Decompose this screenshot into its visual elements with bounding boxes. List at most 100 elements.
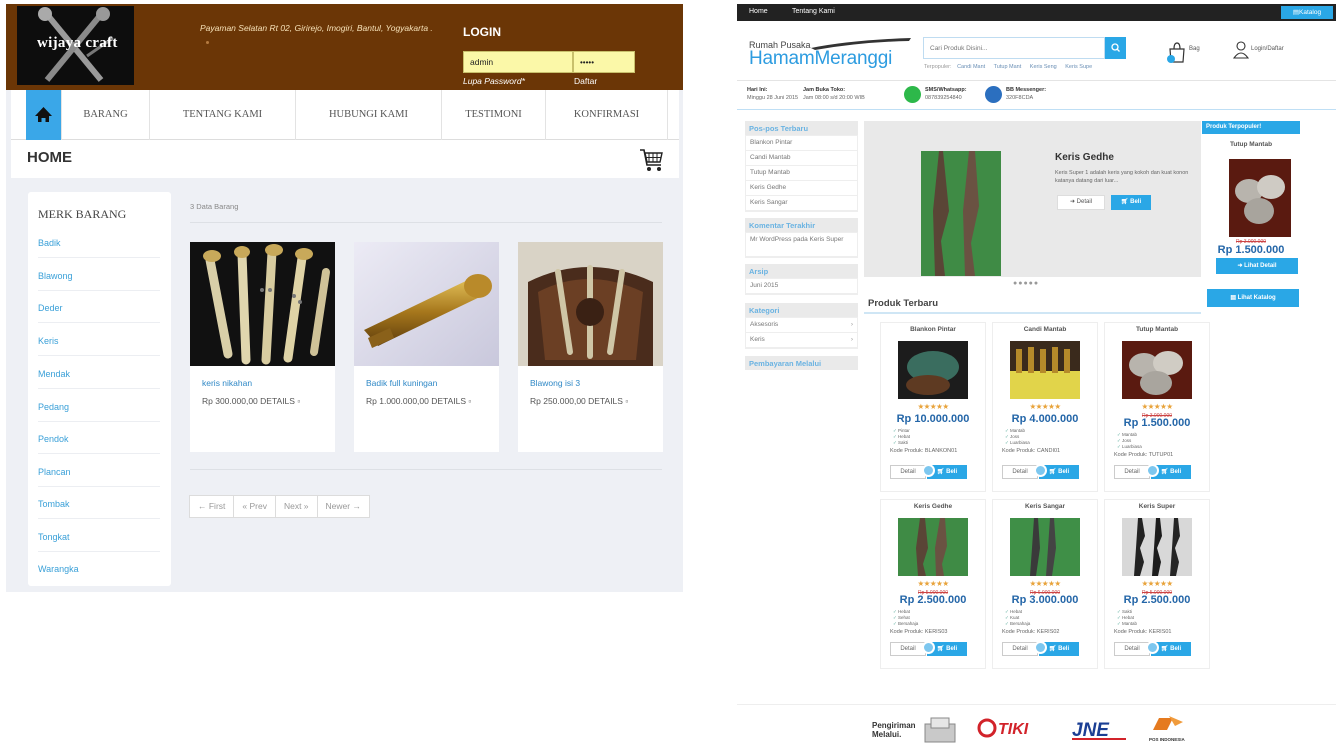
shopping-bag-icon[interactable] bbox=[1167, 40, 1187, 64]
product-card[interactable]: Badik full kuningan Rp 1.000.000,00 DETA… bbox=[354, 242, 499, 452]
brand-item[interactable]: Mendak bbox=[38, 369, 160, 389]
brand-item[interactable]: Warangka bbox=[38, 564, 160, 583]
product-name[interactable]: Blankon Pintar bbox=[881, 326, 985, 333]
recent-comment-link[interactable]: Mr WordPress pada Keris Super bbox=[746, 233, 857, 257]
product-image[interactable] bbox=[190, 242, 335, 366]
brand-item[interactable]: Blawong bbox=[38, 271, 160, 291]
nav-hubungi-kami[interactable]: HUBUNGI KAMI bbox=[295, 90, 441, 140]
popular-product-image[interactable] bbox=[1229, 159, 1291, 237]
first-page-button[interactable]: ← First bbox=[189, 495, 235, 518]
recent-post-link[interactable]: Tutup Mantab bbox=[746, 166, 857, 181]
top-link-tentang-kami[interactable]: Tentang Kami bbox=[792, 8, 835, 15]
product-name[interactable]: Keris Super bbox=[1105, 503, 1209, 510]
product-image[interactable] bbox=[1010, 518, 1080, 576]
compare-badge-icon[interactable] bbox=[1146, 641, 1159, 654]
product-image[interactable] bbox=[898, 341, 968, 399]
popular-link[interactable]: Keris Supe bbox=[1065, 64, 1092, 70]
product-card[interactable]: Tutup Mantab ★★★★★ Rp 3.000.000 Rp 1.500… bbox=[1104, 322, 1210, 492]
category-link[interactable]: Aksesoris › bbox=[746, 318, 857, 333]
product-image[interactable] bbox=[1122, 518, 1192, 576]
product-detail-button[interactable]: Detail bbox=[1114, 465, 1150, 479]
brand-item[interactable]: Tombak bbox=[38, 499, 160, 519]
next-page-button[interactable]: Next » bbox=[274, 495, 318, 518]
popular-link[interactable]: Keris Seng bbox=[1030, 64, 1057, 70]
recent-post-link[interactable]: Candi Mantab bbox=[746, 151, 857, 166]
shopping-cart-icon[interactable] bbox=[638, 145, 664, 173]
product-name[interactable]: Tutup Mantab bbox=[1105, 326, 1209, 333]
product-image[interactable] bbox=[354, 242, 499, 366]
site-logo[interactable]: wijaya craft bbox=[17, 6, 134, 85]
details-icon[interactable]: ▫ bbox=[297, 396, 300, 406]
top-katalog-button[interactable]: ▤Katalog bbox=[1281, 6, 1333, 19]
compare-badge-icon[interactable] bbox=[1146, 464, 1159, 477]
nav-barang[interactable]: BARANG bbox=[61, 90, 149, 140]
popular-detail-button[interactable]: ➜ Lihat Detail bbox=[1216, 258, 1298, 274]
brand-item[interactable]: Tongkat bbox=[38, 532, 160, 552]
product-detail-button[interactable]: Detail bbox=[1002, 642, 1038, 656]
catalog-button[interactable]: ▤ Lihat Katalog bbox=[1207, 289, 1299, 307]
top-link-home[interactable]: Home bbox=[749, 8, 768, 15]
brand-item[interactable]: Pendok bbox=[38, 434, 160, 454]
forgot-password-link[interactable]: Lupa Password* bbox=[463, 76, 525, 86]
product-name[interactable]: keris nikahan bbox=[202, 378, 252, 388]
nav-tentang-kami[interactable]: TENTANG KAMI bbox=[149, 90, 295, 140]
product-name[interactable]: Badik full kuningan bbox=[366, 378, 437, 388]
product-detail-button[interactable]: Detail bbox=[890, 642, 926, 656]
archive-link[interactable]: Juni 2015 bbox=[746, 279, 857, 294]
bag-label[interactable]: Bag bbox=[1189, 46, 1200, 52]
slide-buy-button[interactable]: 🛒︎ Beli bbox=[1111, 195, 1151, 210]
product-name[interactable]: Keris Sangar bbox=[993, 503, 1097, 510]
prev-page-button[interactable]: « Prev bbox=[233, 495, 276, 518]
product-detail-button[interactable]: Detail bbox=[1002, 465, 1038, 479]
recent-post-link[interactable]: Keris Sangar bbox=[746, 196, 857, 211]
popular-link[interactable]: Tutup Mant bbox=[994, 64, 1022, 70]
compare-badge-icon[interactable] bbox=[1034, 464, 1047, 477]
slide-image[interactable] bbox=[921, 151, 1001, 276]
product-name[interactable]: Keris Gedhe bbox=[881, 503, 985, 510]
product-card[interactable]: Blankon Pintar ★★★★★ Rp 10.000.000 ✓ Pin… bbox=[880, 322, 986, 492]
user-icon[interactable] bbox=[1233, 40, 1249, 60]
slide-detail-button[interactable]: ➜ Detail bbox=[1057, 195, 1105, 210]
recent-post-link[interactable]: Keris Gedhe bbox=[746, 181, 857, 196]
category-link[interactable]: Keris › bbox=[746, 333, 857, 348]
brand-item[interactable]: Badik bbox=[38, 238, 160, 258]
product-image[interactable] bbox=[518, 242, 663, 366]
product-image[interactable] bbox=[1010, 341, 1080, 399]
product-card[interactable]: Blawong isi 3 Rp 250.000,00 DETAILS ▫ bbox=[518, 242, 663, 452]
compare-badge-icon[interactable] bbox=[922, 464, 935, 477]
product-card[interactable]: Keris Sangar ★★★★★ Rp 6.000.000 Rp 3.000… bbox=[992, 499, 1098, 669]
product-detail-button[interactable]: Detail bbox=[1114, 642, 1150, 656]
compare-badge-icon[interactable] bbox=[922, 641, 935, 654]
search-button[interactable] bbox=[1105, 37, 1126, 59]
product-image[interactable] bbox=[1122, 341, 1192, 399]
product-card[interactable]: Keris Gedhe ★★★★★ Rp 5.000.000 Rp 2.500.… bbox=[880, 499, 986, 669]
brand-item[interactable]: Pedang bbox=[38, 402, 160, 422]
brand-item[interactable]: Plancan bbox=[38, 467, 160, 487]
brand-item[interactable]: Deder bbox=[38, 303, 160, 323]
featured-slider[interactable]: Keris Gedhe Keris Super 1 adalah keris y… bbox=[864, 121, 1201, 277]
details-icon[interactable]: ▫ bbox=[625, 396, 628, 406]
username-input[interactable] bbox=[463, 51, 573, 73]
product-card[interactable]: keris nikahan Rp 300.000,00 DETAILS ▫ bbox=[190, 242, 335, 452]
product-image[interactable] bbox=[898, 518, 968, 576]
recent-post-link[interactable]: Blankon Pintar bbox=[746, 136, 857, 151]
brand-item[interactable]: Keris bbox=[38, 336, 160, 356]
product-name[interactable]: Candi Mantab bbox=[993, 326, 1097, 333]
nav-testimoni[interactable]: TESTIMONI bbox=[441, 90, 545, 140]
product-name[interactable]: Blawong isi 3 bbox=[530, 378, 580, 388]
details-icon[interactable]: ▫ bbox=[468, 396, 471, 406]
password-input[interactable] bbox=[573, 51, 635, 73]
search-input[interactable] bbox=[923, 37, 1105, 59]
product-detail-button[interactable]: Detail bbox=[890, 465, 926, 479]
nav-konfirmasi[interactable]: KONFIRMASI bbox=[545, 90, 668, 140]
newer-page-button[interactable]: Newer → bbox=[316, 495, 370, 518]
details-link[interactable]: DETAILS bbox=[431, 396, 466, 406]
details-link[interactable]: DETAILS bbox=[260, 396, 295, 406]
product-card[interactable]: Candi Mantab ★★★★★ Rp 4.000.000 ✓ Mantab… bbox=[992, 322, 1098, 492]
home-nav-button[interactable] bbox=[26, 90, 61, 140]
login-register-link[interactable]: Login/Daftar bbox=[1251, 46, 1284, 52]
compare-badge-icon[interactable] bbox=[1034, 641, 1047, 654]
details-link[interactable]: DETAILS bbox=[588, 396, 623, 406]
slider-dots[interactable]: ●●●●● bbox=[1013, 280, 1039, 287]
product-card[interactable]: Keris Super ★★★★★ Rp 5.000.000 Rp 2.500.… bbox=[1104, 499, 1210, 669]
